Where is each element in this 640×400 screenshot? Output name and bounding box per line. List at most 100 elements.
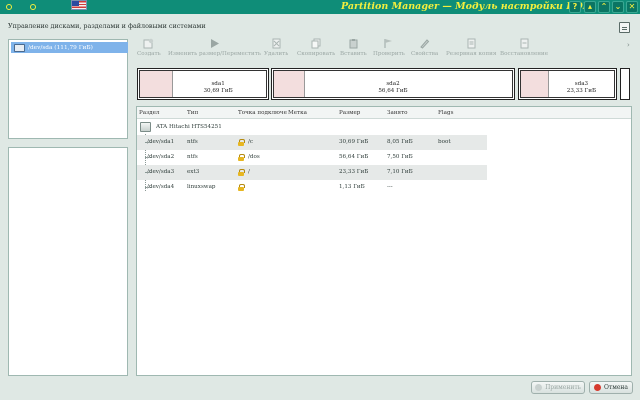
window-menu-button[interactable] [3, 2, 14, 12]
cell-type: ntfs [187, 154, 198, 160]
maximize-button[interactable]: ⌄ [612, 1, 624, 13]
partition-block-sda2[interactable]: sda2 56,64 ГиБ [271, 68, 515, 100]
menu-icon [5, 4, 12, 10]
header-type[interactable]: Тип [187, 110, 198, 116]
table-header: Раздел Тип Точка подключе Метка Размер З… [137, 107, 631, 119]
header-label[interactable]: Метка [288, 110, 307, 116]
device-label: /dev/sda (111,79 ГиБ) [28, 44, 93, 51]
resize-move-button[interactable]: Изменить размер/Переместить [168, 38, 261, 60]
hard-disk-icon [14, 43, 25, 52]
partition-block-sda1[interactable]: sda1 30,69 ГиБ [137, 68, 269, 100]
cancel-icon [593, 384, 601, 391]
new-partition-icon [143, 38, 154, 49]
header-mount-point[interactable]: Точка подключе [238, 110, 287, 116]
partition-map-name: sda1 [211, 81, 225, 87]
partition-block-sda3[interactable]: sda3 23,33 ГиБ [518, 68, 617, 100]
cell-flags: boot [438, 139, 451, 145]
lock-icon [238, 139, 245, 146]
cell-partition: /dev/sda4 [147, 184, 175, 190]
cell-used: 7,50 ГиБ [387, 154, 413, 160]
resize-icon [210, 39, 219, 48]
partition-map-size: 23,33 ГиБ [566, 88, 597, 94]
devices-panel: /dev/sda (111,79 ГиБ) [8, 39, 128, 139]
header-size[interactable]: Размер [339, 110, 360, 116]
lock-icon [238, 169, 245, 176]
hard-disk-icon [140, 122, 151, 132]
table-row[interactable]: /dev/sda3 ext3 / 23,33 ГиБ 7,10 ГиБ [137, 165, 487, 180]
help-title-button[interactable]: ? [569, 1, 581, 13]
partition-map-name: sda3 [574, 81, 589, 87]
copy-button[interactable]: Скопировать [297, 38, 335, 60]
partition-table: Раздел Тип Точка подключе Метка Размер З… [136, 106, 632, 376]
cell-partition: /dev/sda2 [147, 154, 175, 160]
cell-type: linuxswap [187, 184, 216, 190]
cancel-label: Отмена [603, 384, 629, 391]
cell-used: 8,05 ГиБ [387, 139, 413, 145]
cell-partition: /dev/sda3 [147, 169, 175, 175]
partition-map-label: sda1 30,69 ГиБ [140, 81, 266, 95]
minimize-button[interactable]: ⌃ [598, 1, 610, 13]
properties-button[interactable]: Свойства [411, 38, 438, 60]
title-bar: Partition Manager — Модуль настройки KDE… [0, 0, 640, 14]
cell-mount: /dos [248, 154, 260, 160]
cancel-button[interactable]: Отмена [589, 381, 633, 394]
cell-size: 23,33 ГиБ [339, 169, 369, 175]
partition-map-name: sda2 [386, 81, 400, 87]
cell-partition: /dev/sda1 [147, 139, 175, 145]
toolbar-overflow-icon[interactable]: › [627, 41, 630, 49]
header-used[interactable]: Занято [387, 110, 408, 116]
cell-size: 30,69 ГиБ [339, 139, 369, 145]
cell-used: 7,10 ГиБ [387, 169, 413, 175]
cell-mount: / [248, 169, 250, 175]
paste-icon [349, 39, 358, 49]
help-icon[interactable] [619, 22, 630, 33]
restore-icon [520, 38, 529, 49]
header-partition[interactable]: Раздел [139, 110, 159, 116]
partition-map-size: 30,69 ГиБ [203, 88, 233, 94]
create-button[interactable]: Создать [137, 38, 161, 60]
backup-button[interactable]: Резервная копия [446, 38, 496, 60]
partition-map-size: 56,64 ГиБ [378, 88, 408, 94]
close-button[interactable]: ✕ [626, 1, 638, 13]
info-panel [8, 147, 128, 376]
sticky-button[interactable] [27, 2, 38, 12]
disk-row[interactable]: ATA Hitachi HTS54251 [137, 120, 487, 135]
cell-mount: /c [248, 139, 254, 145]
partition-fill-sda3: sda3 23,33 ГиБ [520, 70, 615, 98]
cell-size: 1,13 ГиБ [339, 184, 365, 190]
delete-icon [272, 38, 281, 49]
device-item-sda[interactable]: /dev/sda (111,79 ГиБ) [11, 42, 128, 53]
cell-type: ntfs [187, 139, 198, 145]
table-row[interactable]: /dev/sda1 ntfs /c 30,69 ГиБ 8,05 ГиБ boo… [137, 135, 487, 150]
check-icon [535, 384, 543, 391]
check-button[interactable]: Проверить [373, 38, 405, 60]
table-row[interactable]: /dev/sda4 linuxswap 1,13 ГиБ --- [137, 180, 487, 195]
apply-button[interactable]: Применить [531, 381, 585, 394]
paste-button[interactable]: Вставить [340, 38, 367, 60]
partition-block-sda4[interactable] [620, 68, 630, 100]
cell-used: --- [387, 184, 393, 190]
page-heading: Управление дисками, разделами и файловым… [8, 22, 206, 30]
header-flags[interactable]: Flags [438, 110, 453, 116]
cell-size: 56,64 ГиБ [339, 154, 369, 160]
backup-icon [467, 38, 476, 49]
cell-type: ext3 [187, 169, 200, 175]
properties-icon [420, 39, 430, 49]
lock-icon [238, 184, 245, 191]
restore-button[interactable]: Восстановление [500, 38, 548, 60]
flag-icon [384, 39, 393, 48]
shade-button[interactable]: ▴ [584, 1, 596, 13]
lock-icon [238, 154, 245, 161]
delete-button[interactable]: Удалить [264, 38, 288, 60]
apply-label: Применить [545, 384, 581, 391]
keyboard-layout-flag-icon[interactable] [71, 0, 87, 10]
partition-map-label: sda3 23,33 ГиБ [521, 81, 614, 95]
table-row[interactable]: /dev/sda2 ntfs /dos 56,64 ГиБ 7,50 ГиБ [137, 150, 487, 165]
copy-icon [311, 38, 321, 49]
disk-name: ATA Hitachi HTS54251 [156, 124, 222, 130]
pin-icon [29, 4, 36, 10]
partition-fill-sda2: sda2 56,64 ГиБ [273, 70, 513, 98]
partition-map-label: sda2 56,64 ГиБ [274, 81, 512, 95]
partition-fill-sda1: sda1 30,69 ГиБ [139, 70, 267, 98]
window-title: Partition Manager — Модуль настройки KDE [341, 1, 590, 12]
